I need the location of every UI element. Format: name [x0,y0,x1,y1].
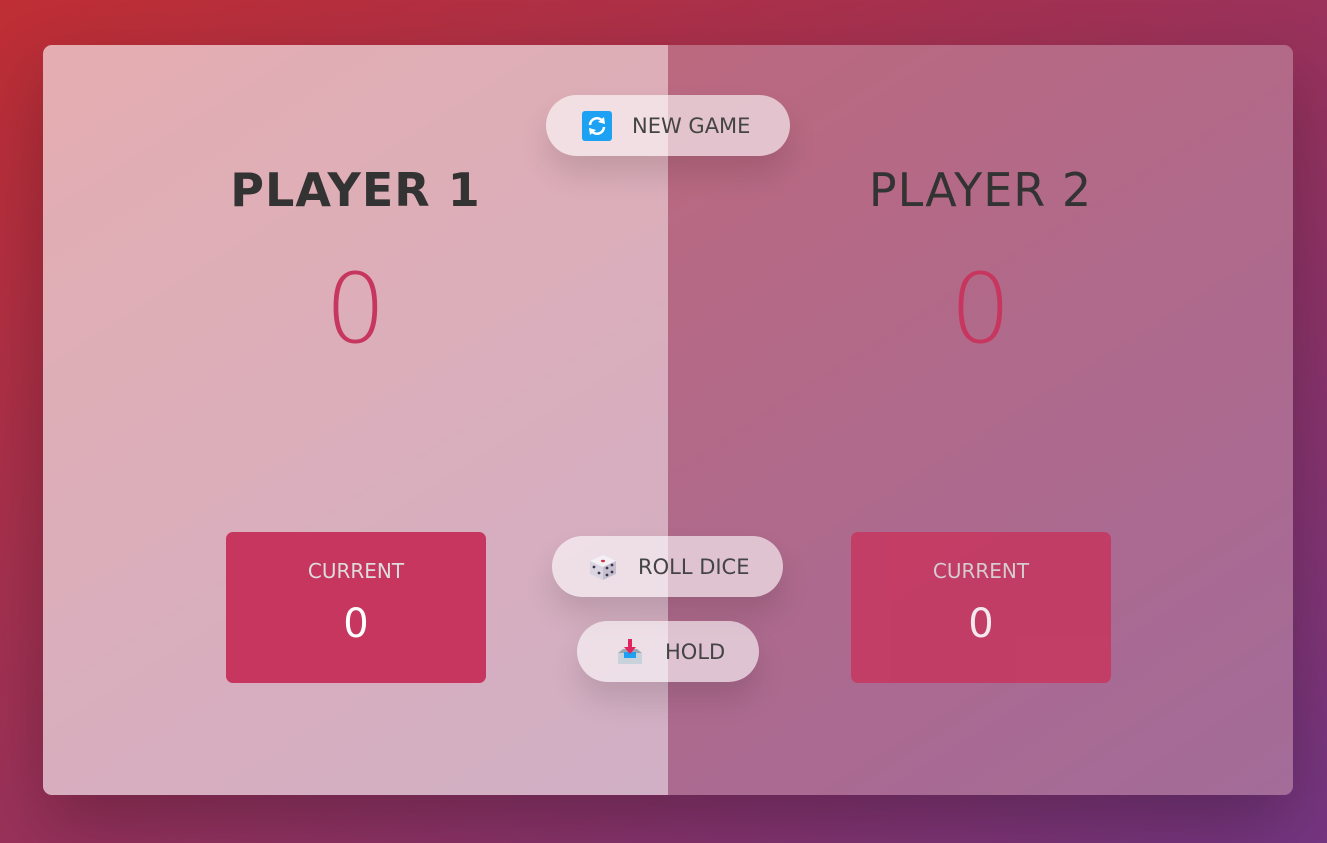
player-2-current-box: CURRENT 0 [851,532,1111,683]
player-1-panel: PLAYER 1 0 CURRENT 0 [43,45,668,795]
player-1-current-box: CURRENT 0 [226,532,486,683]
player-1-score: 0 [324,253,387,365]
player-2-current-label: CURRENT [932,559,1030,583]
player-2-current-score: 0 [968,601,994,647]
hold-label: HOLD [665,639,726,664]
hold-button[interactable]: HOLD [577,621,759,682]
dice-icon [588,552,618,582]
player-1-current-label: CURRENT [307,559,405,583]
roll-dice-button[interactable]: ROLL DICE [552,536,783,597]
player-1-current-score: 0 [343,601,369,647]
player-2-panel: PLAYER 2 0 CURRENT 0 [668,45,1293,795]
player-1-name: PLAYER 1 [230,163,481,217]
player-2-score: 0 [949,253,1012,365]
new-game-label: NEW GAME [632,113,751,138]
new-game-button[interactable]: NEW GAME [546,95,790,156]
player-2-name: PLAYER 2 [868,163,1093,217]
roll-dice-label: ROLL DICE [638,554,750,579]
refresh-icon [582,110,612,141]
game-board: PLAYER 1 0 CURRENT 0 PLAYER 2 0 CURRENT … [43,45,1293,795]
inbox-tray-icon [615,637,645,667]
